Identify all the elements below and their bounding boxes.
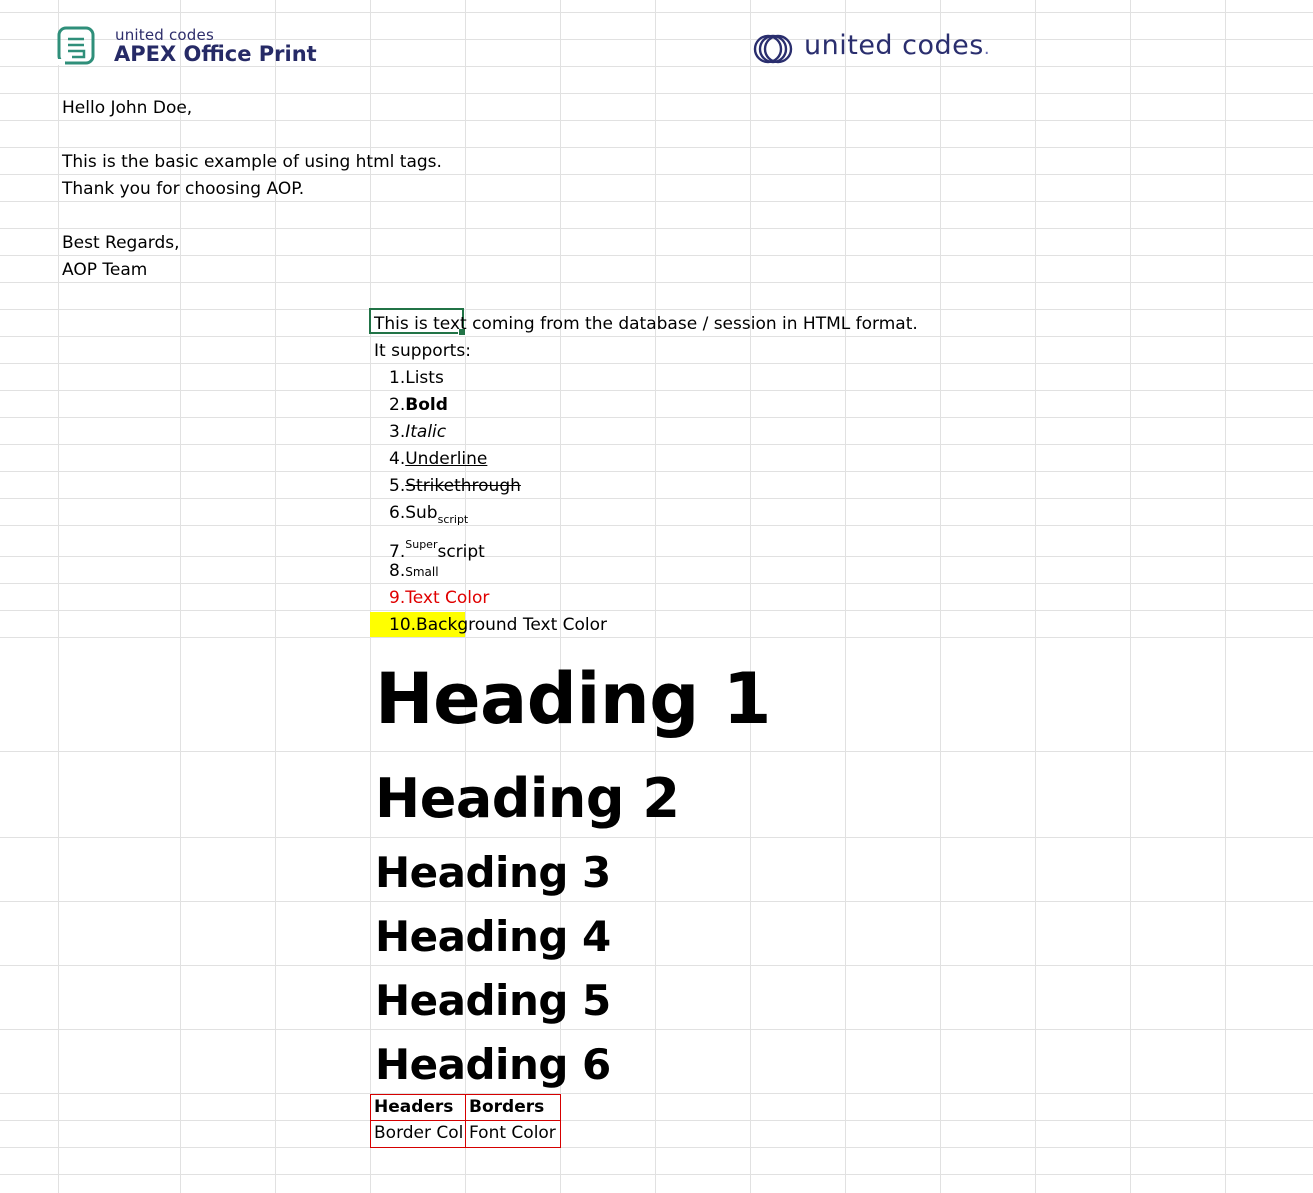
table-header-cell[interactable]: Headers xyxy=(370,1094,466,1121)
greeting-cell[interactable]: Hello John Doe, xyxy=(62,95,192,122)
heading-3[interactable]: Heading 3 xyxy=(375,846,611,900)
list-item-italic[interactable]: 3.Italic xyxy=(389,419,446,446)
html-intro-cell[interactable]: This is text coming from the database / … xyxy=(374,311,918,338)
table-cell[interactable]: Border Col xyxy=(370,1120,466,1148)
heading-4[interactable]: Heading 4 xyxy=(375,910,611,964)
body-line-1-cell[interactable]: This is the basic example of using html … xyxy=(62,149,442,176)
signature-cell[interactable]: AOP Team xyxy=(62,257,147,284)
table-cell[interactable]: Font Color xyxy=(465,1120,561,1148)
list-item-text-color[interactable]: 9.Text Color xyxy=(389,585,489,612)
list-item-small[interactable]: 8.Small xyxy=(389,558,439,586)
document-icon xyxy=(57,26,95,65)
list-item-subscript[interactable]: 6.Subscript xyxy=(389,500,468,533)
list-item-bold[interactable]: 2.Bold xyxy=(389,392,448,419)
heading-1[interactable]: Heading 1 xyxy=(375,654,771,744)
supports-cell[interactable]: It supports: xyxy=(374,338,471,365)
table-header-cell[interactable]: Borders xyxy=(465,1094,561,1121)
heading-6[interactable]: Heading 6 xyxy=(375,1038,611,1092)
rings-icon xyxy=(753,34,793,64)
list-item-strikethrough[interactable]: 5.Strikethrough xyxy=(389,473,521,500)
list-item-underline[interactable]: 4.Underline xyxy=(389,446,487,473)
logo-title-text: APEX Office Print xyxy=(114,42,317,66)
heading-2[interactable]: Heading 2 xyxy=(375,764,680,834)
heading-5[interactable]: Heading 5 xyxy=(375,974,611,1028)
body-line-2-cell[interactable]: Thank you for choosing AOP. xyxy=(62,176,304,203)
list-item-lists[interactable]: 1.Lists xyxy=(389,365,444,392)
united-codes-text: united codes xyxy=(804,30,990,61)
list-item-background-color[interactable]: 10.Background Text Color xyxy=(389,612,607,639)
closing-cell[interactable]: Best Regards, xyxy=(62,230,180,257)
